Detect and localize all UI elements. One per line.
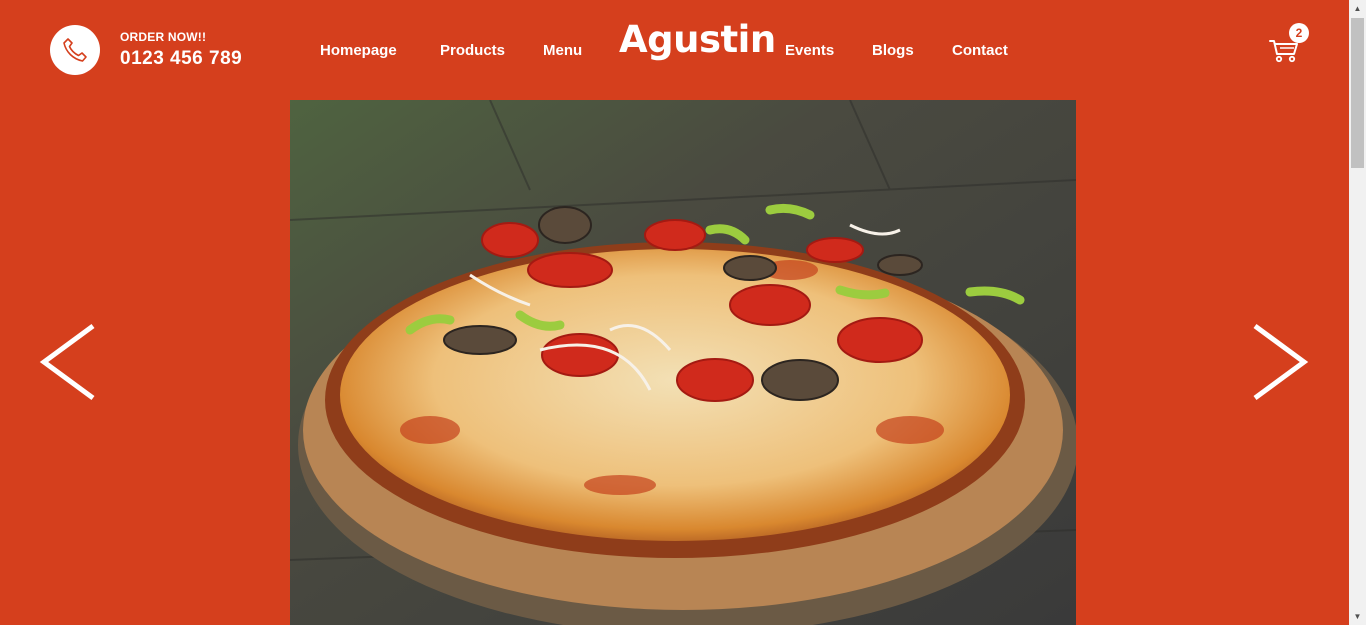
nav-contact[interactable]: Contact [952,42,1008,59]
nav-menu[interactable]: Menu [543,42,582,59]
scrollbar-thumb[interactable] [1351,18,1364,168]
pizza-image [290,100,1076,625]
slider-next-arrow[interactable] [1250,322,1310,402]
scroll-down-icon[interactable]: ▼ [1349,608,1366,625]
order-now-label: ORDER NOW!! [120,30,207,44]
nav-products[interactable]: Products [440,42,505,59]
nav-homepage[interactable]: Homepage [320,42,397,59]
cart-count-badge: 2 [1289,23,1309,43]
slider-prev-arrow[interactable] [38,322,98,402]
phone-icon[interactable] [50,25,100,75]
nav-blogs[interactable]: Blogs [872,42,914,59]
order-phone-number[interactable]: 0123 456 789 [120,48,242,70]
site-header: ORDER NOW!! 0123 456 789 Homepage Produc… [0,0,1349,100]
page-scrollbar[interactable]: ▲ ▼ [1349,0,1366,625]
nav-events[interactable]: Events [785,42,834,59]
site-logo[interactable]: Agustin [619,18,776,61]
hero-slider-image [290,100,1076,625]
scroll-up-icon[interactable]: ▲ [1349,0,1366,17]
